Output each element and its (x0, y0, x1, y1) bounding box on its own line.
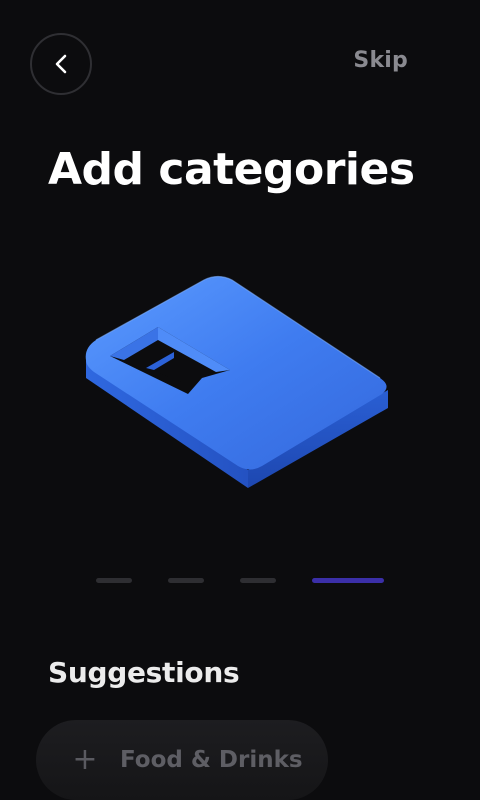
page-indicator-dot[interactable] (96, 578, 132, 583)
suggestions-title: Suggestions (48, 656, 240, 689)
page-indicator-dot-active[interactable] (312, 578, 384, 583)
suggestion-chip-food-drinks[interactable]: + Food & Drinks (36, 720, 328, 800)
page-indicator (96, 578, 384, 583)
plus-icon: + (72, 742, 98, 777)
back-button[interactable] (30, 33, 92, 95)
skip-button[interactable]: Skip (353, 48, 408, 73)
suggestion-chip-label: Food & Drinks (120, 747, 303, 773)
page-indicator-dot[interactable] (240, 578, 276, 583)
onboarding-screen: Skip Add categories Suggestions + Food &… (0, 0, 480, 800)
chevron-left-icon (54, 53, 68, 75)
folder-tag-3d-icon (70, 260, 410, 510)
page-indicator-dot[interactable] (168, 578, 204, 583)
page-title: Add categories (48, 144, 415, 195)
